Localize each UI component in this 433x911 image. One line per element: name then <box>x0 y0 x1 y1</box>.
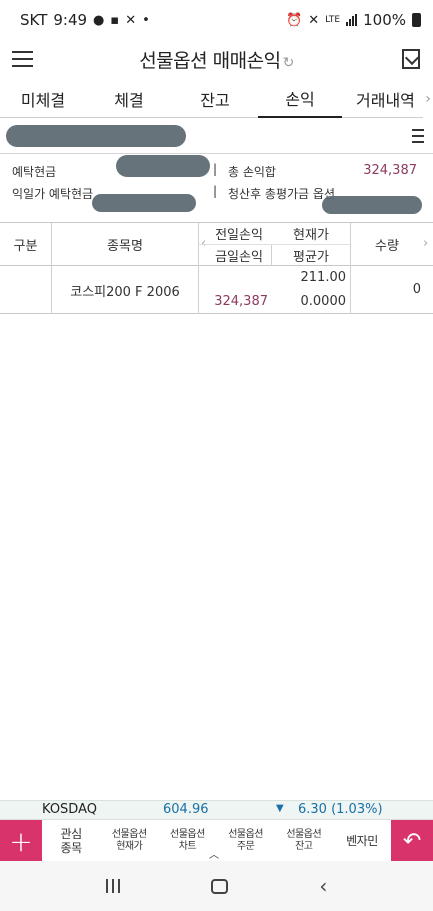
battery-level: 100% <box>363 11 406 29</box>
tab-label: 손익 <box>285 90 315 109</box>
toolbar-label: 선물옵션 <box>170 829 205 840</box>
status-bar: SKT 9:49 ● ▪ ✕ • ⏰ ✕ LTE 100% <box>0 0 433 40</box>
col-prev-pnl-header: 전일손익 <box>215 228 263 243</box>
alarm-icon: ⏰ <box>286 12 303 28</box>
table-header: 구분 종목명 ‹ 전일손익 현재가 금일손익 평균가 수량 › <box>0 223 433 266</box>
post-settlement-label: 청산후 총평가금 옵션 <box>228 187 335 201</box>
col-type-header: 구분 <box>13 239 38 254</box>
total-pnl-label: 총 손익합 <box>228 165 276 179</box>
toolbar-label: 관심 <box>60 827 83 841</box>
col-name-header: 종목명 <box>107 239 143 254</box>
col-quantity-header: 수량 <box>375 239 399 254</box>
divider: | <box>213 184 218 198</box>
toolbar-item-watchlist[interactable]: 관심 종목 <box>42 820 100 862</box>
toolbar-label: 종목 <box>60 841 83 855</box>
tab-bar: 미체결 체결 잔고 손익 거래내역 › <box>0 80 433 118</box>
ticker-name: KOSDAQ <box>42 802 97 817</box>
down-arrow-icon: ▼ <box>276 803 284 814</box>
toolbar-item-chart[interactable]: 선물옵션 차트 <box>158 820 216 862</box>
toolbar-label: 주문 <box>236 841 255 852</box>
account-selector[interactable] <box>0 122 433 154</box>
bookmark-icon[interactable] <box>389 40 433 78</box>
toolbar-item-order[interactable]: 선물옵션 주문 <box>217 820 275 862</box>
row-today-pnl: 324,387 <box>214 294 268 309</box>
lte-icon: LTE <box>325 15 341 25</box>
vibrate-icon: ✕ <box>308 12 320 28</box>
redacted-value <box>322 196 422 214</box>
row-current-price: 211.00 <box>300 270 347 285</box>
system-nav-bar: ‹ <box>0 861 433 911</box>
toolbar-label: 선물옵션 <box>228 829 263 840</box>
message-icon: ▪ <box>110 12 120 28</box>
deposit-cash-label: 예탁현금 <box>12 165 57 179</box>
summary-row: 예탁현금 | 총 손익합 324,387 <box>0 155 433 180</box>
summary-row: 익일가 예탁현금 | 청산후 총평가금 옵션 <box>0 180 433 214</box>
tab-unfilled[interactable]: 미체결 <box>0 80 86 118</box>
recent-apps-icon[interactable] <box>105 879 120 893</box>
redacted-value <box>92 194 196 212</box>
carrier-label: SKT <box>20 11 48 29</box>
toolbar-item-benjamin[interactable]: 벤자민 <box>333 820 391 862</box>
chevron-right-icon[interactable]: › <box>423 80 433 118</box>
col-current-price-header: 현재가 <box>293 228 329 243</box>
add-menu-button[interactable]: + <box>0 820 42 862</box>
account-menu-icon[interactable] <box>412 129 424 143</box>
tab-pnl[interactable]: 손익 <box>258 80 342 118</box>
app-bar: 선물옵션 매매손익 ↻ <box>0 40 433 78</box>
toolbar-label: 잔고 <box>295 841 313 852</box>
tab-balance[interactable]: 잔고 <box>172 80 258 118</box>
ticker-change: 6.30 (1.03%) <box>298 802 383 817</box>
undo-back-icon[interactable]: ↶ <box>391 820 433 862</box>
index-ticker[interactable]: KOSDAQ 604.96 ▼ 6.30 (1.03%) <box>0 800 433 819</box>
table-row[interactable]: 코스피200 F 2006 324,387 211.00 0.0000 0 <box>0 266 433 314</box>
hamburger-menu-icon[interactable] <box>0 40 44 78</box>
home-icon[interactable] <box>210 878 228 894</box>
page-title-text: 선물옵션 매매손익 <box>139 49 281 72</box>
pnl-table: 구분 종목명 ‹ 전일손익 현재가 금일손익 평균가 수량 › 코스피200 F… <box>0 222 433 314</box>
battery-icon <box>412 13 421 27</box>
tab-label: 잔고 <box>200 91 230 110</box>
toolbar-label: 차트 <box>178 841 197 852</box>
redacted-account <box>6 125 186 147</box>
divider: | <box>213 162 218 176</box>
chevron-right-icon[interactable]: › <box>423 236 428 251</box>
mute-icon: ✕ <box>125 12 137 28</box>
clock: 9:49 <box>53 11 88 29</box>
back-icon[interactable]: ‹ <box>319 874 327 898</box>
total-pnl-value: 324,387 <box>363 163 417 178</box>
bottom-toolbar: + 관심 종목 선물옵션 현재가 선물옵션 차트 선물옵션 주문 선물옵션 잔고 벤자민 … <box>0 819 433 862</box>
tab-label: 거래내역 <box>356 91 415 110</box>
dot-icon: • <box>142 12 150 28</box>
signal-icon <box>346 14 358 26</box>
tab-history[interactable]: 거래내역 <box>342 80 423 118</box>
tab-label: 체결 <box>114 91 144 110</box>
toolbar-label: 현재가 <box>116 841 143 852</box>
col-today-pnl-header: 금일손익 <box>215 250 263 265</box>
next-day-cash-label: 익일가 예탁현금 <box>12 187 94 201</box>
col-avg-price-header: 평균가 <box>293 250 329 265</box>
row-avg-price: 0.0000 <box>300 294 347 309</box>
toolbar-item-balance[interactable]: 선물옵션 잔고 <box>275 820 333 862</box>
toolbar-label: 선물옵션 <box>286 829 322 840</box>
toolbar-item-quote[interactable]: 선물옵션 현재가 <box>100 820 158 862</box>
tab-filled[interactable]: 체결 <box>86 80 172 118</box>
tab-label: 미체결 <box>20 91 66 110</box>
summary-panel: 예탁현금 | 총 손익합 324,387 익일가 예탁현금 | 청산후 총평가금… <box>0 155 433 220</box>
page-title: 선물옵션 매매손익 ↻ <box>44 46 389 73</box>
chevron-up-icon[interactable]: ︿ <box>209 846 219 861</box>
toolbar-label: 선물옵션 <box>111 829 147 840</box>
refresh-icon[interactable]: ↻ <box>283 55 295 71</box>
talk-icon: ● <box>93 12 105 28</box>
row-quantity: 0 <box>412 282 421 297</box>
ticker-price: 604.96 <box>163 802 209 817</box>
redacted-value <box>116 155 210 177</box>
toolbar-label: 벤자민 <box>346 834 378 848</box>
row-name: 코스피200 F 2006 <box>70 285 180 300</box>
